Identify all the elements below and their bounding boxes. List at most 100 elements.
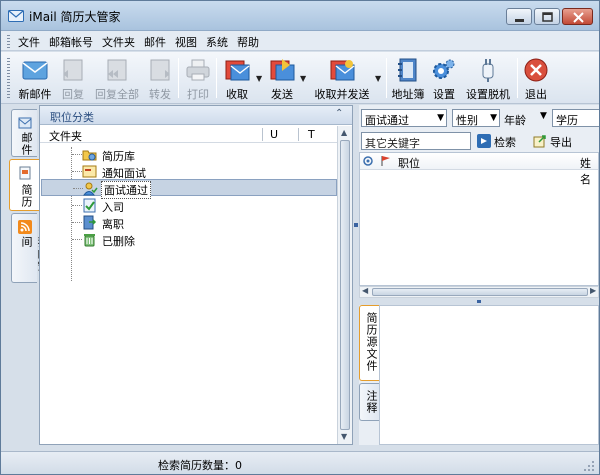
folder-interview-notice[interactable]: 通知面试 <box>40 163 338 180</box>
age-label: 年龄 <box>504 114 526 127</box>
right-panel: 面试通过 ▼ 性别 ▼ 年龄 ▼ 学历 其它关键字 检索 导出 职位 姓名 ◀ … <box>359 105 599 445</box>
close-icon <box>573 12 584 23</box>
status-select[interactable]: 面试通过 ▼ <box>361 109 447 127</box>
column-unread[interactable]: U <box>270 128 278 141</box>
mail-tab-icon <box>18 117 32 129</box>
forward-icon <box>150 59 170 81</box>
maximize-icon <box>542 12 553 22</box>
reply-all-button[interactable]: 回复全部 <box>91 54 143 102</box>
column-name[interactable]: 姓名 <box>580 155 598 187</box>
splitter-knob <box>477 300 481 303</box>
plug-icon <box>482 59 494 82</box>
exit-icon <box>524 58 548 82</box>
menu-file[interactable]: 文件 <box>18 34 40 50</box>
mail-app-icon <box>8 10 24 22</box>
address-book-icon <box>398 58 417 82</box>
filter-row: 面试通过 ▼ 性别 ▼ 年龄 ▼ 学历 <box>359 107 599 129</box>
notice-folder-icon <box>82 165 97 178</box>
close-button[interactable] <box>562 8 593 25</box>
onboarded-icon <box>83 198 96 213</box>
collapse-icon[interactable]: ⌃ <box>335 108 343 119</box>
scroll-up-icon[interactable]: ▲ <box>341 128 347 137</box>
export-button[interactable]: 导出 <box>533 133 583 149</box>
gear-icon <box>433 59 455 79</box>
tab-my-space[interactable]: 我的空间 <box>11 213 49 283</box>
tab-resume-source[interactable]: 简历源文件 <box>359 305 379 381</box>
menu-bar: 文件 邮箱帐号 文件夹 邮件 视图 系统 帮助 <box>1 31 599 51</box>
folder-resume-library[interactable]: 简历库 <box>40 146 338 163</box>
scroll-thumb[interactable] <box>340 140 350 430</box>
keyword-input[interactable]: 其它关键字 <box>361 132 471 150</box>
reply-all-icon <box>107 59 127 81</box>
panel-header: 职位分类 ⌃ <box>40 106 352 125</box>
print-button[interactable]: 打印 <box>183 54 213 102</box>
receive-dropdown-arrow[interactable]: ▼ <box>256 74 262 83</box>
column-total[interactable]: T <box>308 128 315 141</box>
settings-button[interactable]: 设置 <box>429 54 459 102</box>
hscroll-thumb[interactable] <box>372 288 588 296</box>
interview-passed-icon <box>83 182 98 196</box>
tab-resume[interactable]: 简历 <box>9 159 39 211</box>
folder-interview-passed[interactable]: 面试通过 <box>41 179 337 199</box>
envelope-icon <box>22 61 48 80</box>
toolbar: 新邮件 回复 回复全部 转发 打印 收取 ▼ 发送 ▼ 收取并发送 ▼ 地址簿 … <box>1 52 599 104</box>
exit-button[interactable]: 退出 <box>521 54 551 102</box>
column-folder[interactable]: 文件夹 <box>49 128 82 144</box>
column-position[interactable]: 职位 <box>398 155 420 171</box>
gender-select[interactable]: 性别 ▼ <box>452 109 500 127</box>
toolbar-grip <box>7 58 10 98</box>
menu-grip <box>7 35 10 48</box>
reply-button[interactable]: 回复 <box>58 54 88 102</box>
resigned-icon <box>83 215 97 230</box>
scroll-down-icon[interactable]: ▼ <box>341 432 347 441</box>
resume-detail-area <box>379 305 599 445</box>
receive-button[interactable]: 收取 <box>220 54 254 102</box>
resize-grip-icon[interactable] <box>583 460 595 472</box>
menu-mail[interactable]: 邮件 <box>144 34 166 50</box>
toolbar-separator <box>386 58 387 98</box>
minimize-icon <box>515 19 524 22</box>
scroll-right-icon[interactable]: ▶ <box>590 286 596 295</box>
age-dropdown-icon[interactable]: ▼ <box>540 111 547 121</box>
chevron-down-icon: ▼ <box>490 113 497 123</box>
list-hscrollbar[interactable]: ◀ ▶ <box>359 286 599 298</box>
resume-tab-icon <box>19 166 31 180</box>
reply-icon <box>63 59 83 81</box>
toolbar-separator <box>216 58 217 98</box>
attachment-icon[interactable] <box>363 155 375 167</box>
scroll-left-icon[interactable]: ◀ <box>362 286 368 295</box>
receive-mail-icon <box>225 60 250 81</box>
horizontal-splitter[interactable] <box>359 298 599 305</box>
flag-icon[interactable] <box>380 155 392 167</box>
folder-scrollbar[interactable]: ▲ ▼ <box>337 126 352 444</box>
send-dropdown-arrow[interactable]: ▼ <box>300 74 306 83</box>
menu-help[interactable]: 帮助 <box>237 34 259 50</box>
forward-button[interactable]: 转发 <box>145 54 175 102</box>
resume-library-icon <box>82 150 97 161</box>
folder-deleted[interactable]: 已删除 <box>40 231 338 248</box>
folder-resigned[interactable]: 离职 <box>40 214 338 231</box>
send-button[interactable]: 发送 <box>265 54 299 102</box>
menu-system[interactable]: 系统 <box>206 34 228 50</box>
title-bar: iMail 简历大管家 <box>1 1 599 31</box>
menu-folder[interactable]: 文件夹 <box>102 34 135 50</box>
search-button[interactable]: 检索 <box>477 133 527 149</box>
toolbar-separator <box>517 58 518 98</box>
address-book-button[interactable]: 地址簿 <box>390 54 426 102</box>
offline-button[interactable]: 设置脱机 <box>463 54 513 102</box>
folder-onboarded[interactable]: 入司 <box>40 197 338 214</box>
column-divider[interactable] <box>298 128 299 141</box>
menu-mail-account[interactable]: 邮箱帐号 <box>49 34 93 50</box>
menu-view[interactable]: 视图 <box>175 34 197 50</box>
column-divider[interactable] <box>262 128 263 141</box>
new-mail-button[interactable]: 新邮件 <box>15 54 55 102</box>
maximize-button[interactable] <box>534 8 560 25</box>
tab-mail[interactable]: 邮件 <box>11 109 37 157</box>
education-select[interactable]: 学历 <box>552 109 599 127</box>
send-receive-button[interactable]: 收取并发送 <box>310 54 374 102</box>
left-tab-strip: 邮件 简历 我的空间 <box>7 105 49 445</box>
send-receive-dropdown-arrow[interactable]: ▼ <box>375 74 381 83</box>
toolbar-separator <box>178 58 179 98</box>
tab-notes[interactable]: 注释 <box>359 383 379 421</box>
minimize-button[interactable] <box>506 8 532 25</box>
